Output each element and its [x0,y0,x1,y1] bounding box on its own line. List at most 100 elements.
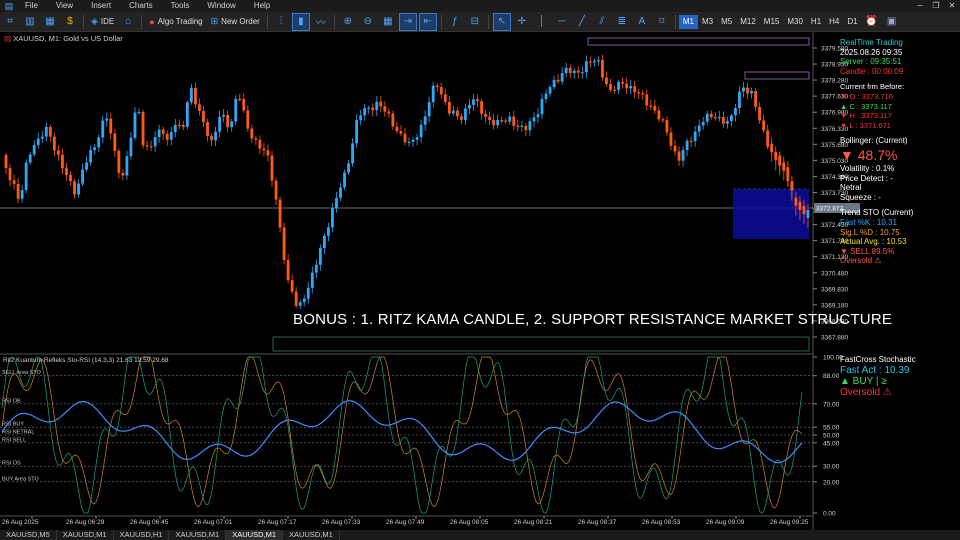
candle-body [484,113,487,117]
candle-body [149,146,153,148]
menu-view[interactable]: View [47,0,82,12]
timeframe-m5[interactable]: M5 [717,15,736,29]
chart-tab[interactable]: XAUUSD,M1 [57,530,114,540]
menu-window[interactable]: Window [198,0,244,12]
candle-body [274,180,278,200]
layout-icon[interactable]: ▣ [884,14,900,30]
candle-body [653,105,657,111]
new-order-button[interactable]: ⊞ New Order [207,14,264,30]
candle-body [383,106,387,112]
algo-trading-button[interactable]: ● Algo Trading [145,14,206,30]
autoscroll-icon[interactable]: ⇥ [398,12,417,31]
candle-body [665,120,669,133]
candle-body [669,132,673,146]
indicators-icon[interactable]: ƒ [447,14,463,30]
menu-help[interactable]: Help [245,0,279,12]
toolbar-divider [674,14,676,29]
candlestick-icon[interactable]: ▮ [291,12,310,31]
templates-icon[interactable]: ▦ [42,14,58,30]
candle-body [85,162,89,170]
candle-body [689,140,693,143]
menu-insert[interactable]: Insert [82,0,120,12]
profiles-icon[interactable]: ▥ [22,14,38,30]
menu-file[interactable]: File [16,0,47,12]
price-label: 3367.880 [821,335,848,342]
timeframe-m1[interactable]: M1 [678,14,698,29]
timeframe-m15[interactable]: M15 [760,15,784,29]
candle-body [89,150,93,163]
zoom-in-icon[interactable]: ⊕ [340,14,356,30]
candle-body [645,94,649,106]
crosshair-icon[interactable]: ✛ [514,14,530,30]
menu-tools[interactable]: Tools [162,0,199,12]
timeframe-m12[interactable]: M12 [736,15,760,29]
zoom-out-icon[interactable]: ⊖ [360,14,376,30]
chart-canvas[interactable]: SELL Area STORSI OBRSI BUYRSI NETRALRSI … [0,32,960,530]
candle-body [391,113,395,127]
candle-body [105,118,109,121]
trendline-icon[interactable]: ╱ [574,14,590,30]
ide-button[interactable]: ◈ IDE [87,14,118,30]
ide-icon: ◈ [91,16,98,26]
timeframe-h1[interactable]: H1 [807,15,825,29]
alert-icon[interactable]: ⏰ [864,14,880,30]
bar-chart-icon[interactable]: ⫶ [273,14,289,30]
candle-body [750,91,753,94]
channel-icon[interactable]: ⫽ [594,14,610,30]
candle-body [742,87,745,92]
strategy-tester-icon[interactable]: ⌂ [120,14,136,30]
candle-body [266,150,270,156]
market-watch-icon[interactable]: $ [62,14,78,30]
line-chart-icon[interactable]: 〰 [313,14,329,30]
menu-charts[interactable]: Charts [120,0,162,12]
candle-body [576,70,580,73]
candle-body [222,114,226,117]
chart-tab[interactable]: XAUUSD,M1 [283,530,340,540]
chart-tab[interactable]: XAUUSD,H1 [114,530,170,540]
chart-shift-icon[interactable]: ⇤ [418,12,437,31]
timeframe-m30[interactable]: M30 [783,15,807,29]
candle-body [322,235,326,249]
netral-text: Netral [840,183,862,193]
candle-body [339,187,342,198]
time-label: 26 Aug 09:09 [706,519,745,526]
chart-window[interactable]: SELL Area STO RSI OB RSI BUY RSI NETRAL RSI … [0,32,960,530]
price-detect-text: Price Detect : - [840,173,893,183]
level-label: RSI NETRAL [2,430,34,436]
candle-body [298,302,302,306]
cursor-icon[interactable]: ↖ [492,12,511,31]
support-zone [272,336,810,352]
osc-axis-label: 88.00 [823,373,840,380]
level-label: BUY Area STO [2,476,40,482]
vertical-line-icon[interactable]: │ [534,14,550,30]
timeframe-m3[interactable]: M3 [698,15,717,29]
text-tool-icon[interactable]: A [634,14,650,30]
candle-body [782,162,786,171]
toolbar: ⌗ ▥ ▦ $ ◈ IDE ⌂ ● Algo Trading ⊞ New Order … [0,12,960,32]
horizontal-line-icon[interactable]: ─ [554,14,570,30]
close-icon[interactable]: ✕ [944,0,960,12]
candle-body [568,67,572,74]
chart-tab-active[interactable]: XAUUSD,M1 [226,530,283,540]
new-chart-icon[interactable]: ⌗ [2,14,18,30]
grid-icon[interactable]: ▦ [380,14,396,30]
fibonacci-icon[interactable]: ≣ [614,14,630,30]
candle-body [20,190,24,199]
candle-body [778,157,782,166]
candle-body [306,287,310,299]
shapes-icon[interactable]: ⌑ [654,14,670,30]
chart-tab[interactable]: XAUUSD,M5 [0,530,57,540]
candle-body [294,291,298,306]
candle-body [725,121,729,124]
price-label: 3369.180 [821,302,848,309]
osc-axis-label: 50.00 [823,433,840,440]
oversold-text: Oversold ⚠ [840,256,882,266]
minimize-icon[interactable]: ─ [912,0,928,12]
chart-tab[interactable]: XAUUSD,M1 [169,530,227,540]
timeframe-h4[interactable]: H4 [825,15,843,29]
candle-body [734,108,737,116]
restore-icon[interactable]: ❐ [928,0,944,12]
timeframe-d1[interactable]: D1 [843,15,861,29]
time-label: 26 Aug 09:25 [770,519,809,526]
objects-icon[interactable]: ⊟ [467,14,483,30]
